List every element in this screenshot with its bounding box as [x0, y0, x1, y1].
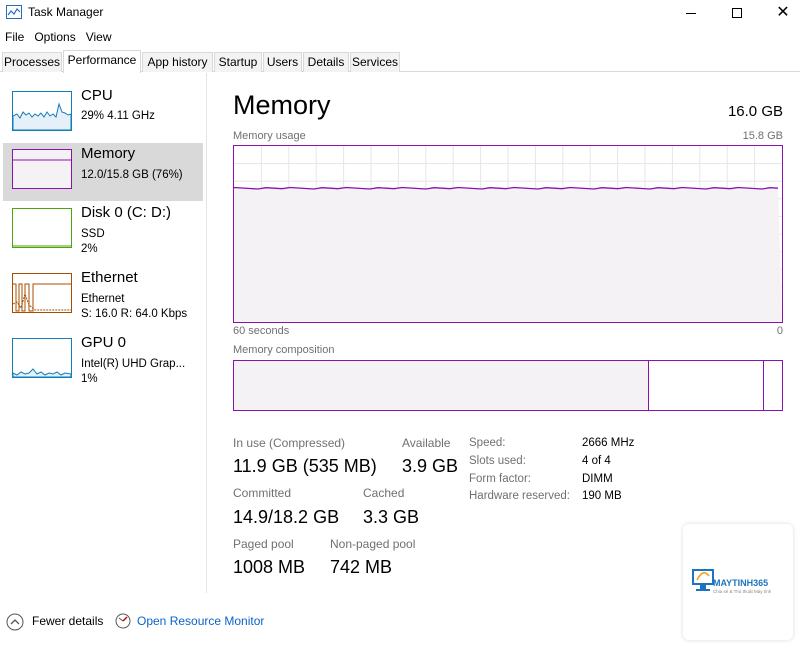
form-factor-value: DIMM [582, 473, 613, 485]
graph-time-now: 0 [776, 325, 783, 337]
sidebar-item-ethernet-title: Ethernet [81, 269, 138, 286]
memory-usage-graph [233, 145, 783, 323]
ethernet-thumbnail-graph [12, 273, 72, 313]
hardware-reserved-label: Hardware reserved: [469, 490, 570, 502]
tab-services[interactable]: Services [350, 52, 400, 72]
sidebar-item-gpu-usage: 1% [81, 373, 98, 385]
sidebar-item-disk[interactable]: Disk 0 (C: D:) SSD 2% [3, 202, 203, 260]
in-use-label: In use (Compressed) [233, 436, 346, 450]
tab-strip: Processes Performance App history Startu… [0, 50, 800, 73]
menu-view[interactable]: View [81, 28, 117, 46]
tab-details[interactable]: Details [303, 52, 349, 72]
form-factor-label: Form factor: [469, 473, 531, 485]
sidebar-item-disk-usage: 2% [81, 243, 98, 255]
gpu-thumbnail-graph [12, 338, 72, 378]
cached-label: Cached [363, 486, 405, 500]
tab-app-history[interactable]: App history [142, 52, 213, 72]
sidebar-item-memory-usage: 12.0/15.8 GB (76%) [81, 169, 183, 181]
sidebar-item-memory-title: Memory [81, 145, 136, 162]
graph-time-span: 60 seconds [233, 325, 290, 337]
speed-value: 2666 MHz [582, 437, 635, 449]
footer-bar: Fewer details Open Resource Monitor [0, 608, 800, 636]
non-paged-pool-value: 742 MB [330, 557, 393, 577]
total-memory: 16.0 GB [727, 103, 783, 120]
sidebar-item-memory[interactable]: Memory 12.0/15.8 GB (76%) [3, 143, 203, 201]
composition-in-use [234, 361, 649, 410]
close-button[interactable]: ✕ [760, 0, 800, 26]
sidebar-item-disk-title: Disk 0 (C: D:) [81, 204, 171, 221]
page-title: Memory [233, 90, 331, 120]
available-label: Available [402, 436, 451, 450]
menu-file[interactable]: File [0, 28, 29, 46]
disk-thumbnail-graph [12, 208, 72, 248]
close-icon: ✕ [776, 4, 790, 21]
tab-performance[interactable]: Performance [63, 50, 141, 73]
available-value: 3.9 GB [402, 456, 459, 476]
composition-standby-divider [763, 361, 764, 410]
sidebar-item-ethernet[interactable]: Ethernet Ethernet S: 16.0 R: 64.0 Kbps [3, 267, 203, 325]
cached-value: 3.3 GB [363, 507, 420, 527]
tab-processes[interactable]: Processes [2, 52, 62, 72]
open-resource-monitor-link[interactable]: Open Resource Monitor [137, 614, 264, 628]
maximize-button[interactable] [714, 0, 760, 26]
paged-pool-value: 1008 MB [233, 557, 306, 577]
sidebar-item-gpu-name: Intel(R) UHD Grap... [81, 358, 186, 370]
slots-used-label: Slots used: [469, 455, 526, 467]
resource-monitor-icon [115, 613, 131, 629]
minimize-button[interactable] [668, 0, 714, 26]
window-title: Task Manager [28, 5, 104, 19]
sidebar-item-gpu-title: GPU 0 [81, 334, 127, 351]
sidebar-item-cpu[interactable]: CPU 29% 4.11 GHz [3, 85, 203, 143]
memory-thumbnail-graph [12, 149, 72, 189]
hardware-reserved-value: 190 MB [582, 490, 622, 502]
sidebar-item-ethernet-name: Ethernet [81, 293, 125, 305]
fewer-details-button[interactable]: Fewer details [32, 614, 103, 628]
maytinh365-logo-icon [692, 569, 714, 591]
sidebar-item-gpu[interactable]: GPU 0 Intel(R) UHD Grap... 1% [3, 332, 203, 390]
watermark-logo: MAYTINH365 Chia sẻ & Thủ thuật Máy tính [683, 524, 793, 640]
memory-usage-label: Memory usage [233, 130, 306, 142]
menu-bar: File Options View [0, 28, 117, 46]
watermark-name: MAYTINH365 [713, 578, 769, 588]
maximize-icon [732, 8, 742, 18]
sidebar-item-ethernet-throughput: S: 16.0 R: 64.0 Kbps [81, 308, 188, 320]
in-use-value: 11.9 GB (535 MB) [233, 456, 377, 476]
chevron-up-icon[interactable] [6, 613, 24, 631]
sidebar-item-disk-type: SSD [81, 228, 105, 240]
memory-usage-max: 15.8 GB [742, 130, 783, 142]
paged-pool-label: Paged pool [233, 537, 294, 551]
task-manager-icon [6, 5, 22, 19]
minimize-icon [686, 12, 696, 14]
title-bar: Task Manager ✕ [0, 0, 800, 26]
cpu-thumbnail-graph [12, 91, 72, 131]
committed-label: Committed [233, 486, 292, 500]
tab-startup[interactable]: Startup [214, 52, 262, 72]
menu-options[interactable]: Options [29, 28, 80, 46]
memory-composition-label: Memory composition [233, 344, 335, 356]
resource-sidebar: CPU 29% 4.11 GHz Memory 12.0/15.8 GB (76… [0, 73, 207, 593]
memory-composition-bar [233, 360, 783, 411]
non-paged-pool-label: Non-paged pool [330, 537, 416, 551]
speed-label: Speed: [469, 437, 506, 449]
committed-value: 14.9/18.2 GB [233, 507, 340, 527]
tab-users[interactable]: Users [263, 52, 302, 72]
slots-used-value: 4 of 4 [582, 455, 611, 467]
watermark-tagline: Chia sẻ & Thủ thuật Máy tính [713, 589, 772, 594]
sidebar-item-cpu-title: CPU [81, 87, 113, 104]
sidebar-item-cpu-usage: 29% 4.11 GHz [81, 110, 155, 122]
